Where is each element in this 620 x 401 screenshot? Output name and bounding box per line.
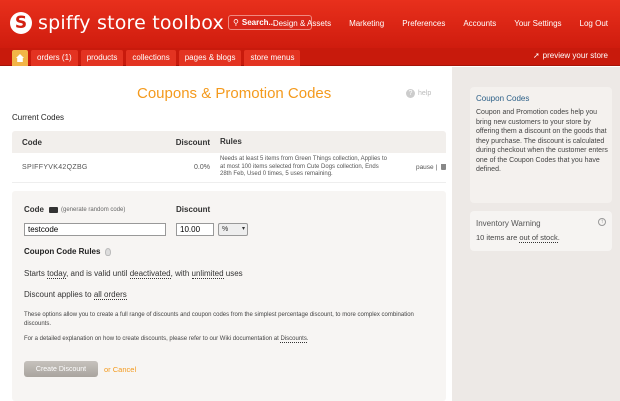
create-discount-button[interactable]: Create Discount (24, 361, 98, 377)
sidebar: Coupon Codes Coupon and Promotion codes … (452, 67, 620, 401)
table-header: Code Discount Rules (12, 131, 446, 153)
logo-text: spiffy store toolbox (38, 12, 224, 34)
discount-unit-select[interactable]: % ▾ (218, 223, 248, 236)
row-actions: pause | (392, 164, 446, 171)
generate-random-code-link[interactable]: (generate random code) (61, 207, 125, 213)
home-icon (16, 54, 24, 62)
pause-link[interactable]: pause (416, 164, 434, 171)
nav-accounts[interactable]: Accounts (463, 19, 496, 28)
code-input[interactable] (24, 223, 166, 236)
out-of-stock-link[interactable]: out of stock (519, 233, 558, 243)
applies-prefix: Discount applies to (24, 290, 94, 299)
table-row: SPIFFYVK42QZBG 0.0% Needs at least 5 ite… (12, 153, 446, 183)
tab-home[interactable] (12, 50, 28, 66)
header-code: Code (22, 137, 42, 147)
inventory-end: . (557, 233, 560, 242)
search-icon: ⚲ (233, 18, 239, 27)
tab-store-menus[interactable]: store menus (244, 50, 301, 66)
lightbulb-icon (105, 247, 112, 256)
rules-title: Coupon Code Rules (24, 247, 101, 256)
tab-products[interactable]: products (80, 50, 124, 66)
page-title: Coupons & Promotion Codes (137, 85, 332, 102)
rule-text: , and is valid until (66, 269, 130, 278)
code-value: SPIFFYVK42QZBG (22, 164, 88, 171)
discount-label: Discount (176, 205, 211, 214)
rule-text: , with (170, 269, 192, 278)
rules-value: Needs at least 5 items from Green Things… (220, 156, 387, 178)
rule-start-link[interactable]: today (47, 269, 67, 279)
separator: | (435, 164, 438, 171)
or-text: or (104, 365, 111, 374)
discount-input[interactable] (176, 223, 214, 236)
current-codes-heading: Current Codes (12, 113, 65, 122)
tab-orders[interactable]: orders (1) (31, 50, 78, 66)
new-coupon-form: Code (generate random code) Discount % ▾… (12, 191, 446, 401)
main-content: Coupons & Promotion Codes ? help Current… (0, 67, 452, 401)
code-label: Code (24, 205, 44, 214)
preview-store-link[interactable]: ➚ preview your store (533, 51, 608, 60)
coupon-info-body: Coupon and Promotion codes help you brin… (476, 109, 608, 173)
top-nav: Design & Assets Marketing Preferences Ac… (255, 19, 608, 28)
preview-label: preview your store (542, 51, 608, 60)
logo-icon: S (10, 12, 32, 34)
rule-text: uses (223, 269, 243, 278)
top-header: S spiffy store toolbox ⚲ Design & Assets… (0, 0, 620, 48)
rule-uses-link[interactable]: unlimited (191, 269, 224, 279)
discount-value: 0.0% (194, 164, 210, 171)
wiki-note-text: For a detailed explanation on how to cre… (24, 336, 281, 342)
nav-your-settings[interactable]: Your Settings (514, 19, 561, 28)
help-icon: ? (406, 89, 415, 98)
inventory-text: 10 items are (476, 233, 520, 242)
help-link[interactable]: ? help (406, 89, 431, 98)
nav-marketing[interactable]: Marketing (349, 19, 384, 28)
header-rules: Rules (220, 137, 242, 147)
chevron-down-icon: ▾ (241, 226, 245, 232)
header-discount: Discount (175, 137, 210, 147)
nav-design-assets[interactable]: Design & Assets (273, 19, 331, 28)
code-label-row: Code (generate random code) (24, 205, 125, 214)
logo[interactable]: S spiffy store toolbox (10, 12, 224, 34)
inventory-warning-title: Inventory Warning (476, 219, 541, 228)
help-label: help (418, 90, 432, 97)
nav-log-out[interactable]: Log Out (580, 19, 608, 28)
tab-collections[interactable]: collections (126, 50, 176, 66)
nav-preferences[interactable]: Preferences (402, 19, 445, 28)
cancel-link[interactable]: Cancel (113, 365, 136, 374)
rule-text: Starts (24, 269, 48, 278)
tab-bar: orders (1) products collections pages & … (0, 48, 620, 66)
upload-icon[interactable]: ↑ (598, 218, 606, 226)
discount-unit-value: % (222, 226, 229, 233)
inventory-warning-body: 10 items are out of stock. (476, 233, 560, 243)
cancel-row: or Cancel (104, 365, 136, 374)
inventory-warning-card: Inventory Warning ↑ 10 items are out of … (470, 211, 612, 251)
dice-icon[interactable] (49, 206, 58, 213)
options-note: These options allow you to create a full… (24, 312, 414, 327)
wiki-note: For a detailed explanation on how to cre… (24, 336, 309, 343)
trash-icon[interactable] (441, 164, 446, 170)
codes-table: Code Discount Rules SPIFFYVK42QZBG 0.0% … (12, 131, 446, 183)
applies-sentence: Discount applies to all orders (24, 290, 127, 300)
applies-target-link[interactable]: all orders (93, 290, 127, 300)
tab-pages-blogs[interactable]: pages & blogs (178, 50, 242, 66)
discounts-wiki-link[interactable]: Discounts (280, 336, 307, 343)
rules-heading: Coupon Code Rules (24, 247, 112, 256)
coupon-info-title: Coupon Codes (476, 94, 530, 103)
wiki-note-end: . (306, 336, 309, 342)
rule-sentence: Starts today, and is valid until deactiv… (24, 269, 243, 279)
rule-end-link[interactable]: deactivated (129, 269, 171, 279)
coupon-info-card: Coupon Codes Coupon and Promotion codes … (470, 87, 612, 203)
arrow-icon: ➚ (532, 51, 540, 60)
